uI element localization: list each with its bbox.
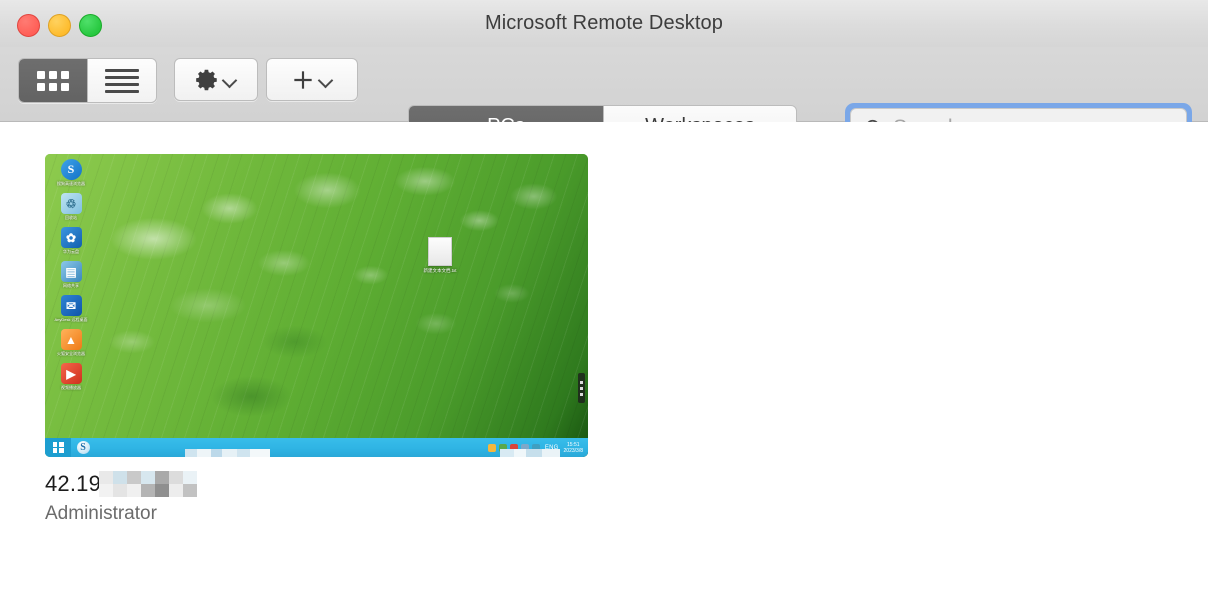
pc-caption: 42.19 Administrator — [45, 471, 588, 525]
sogou-browser-icon: S — [60, 159, 82, 180]
gear-icon — [196, 69, 217, 90]
toolbar: PCs Workspaces Search — [0, 47, 1208, 152]
media-icon: ▶ — [60, 363, 82, 384]
remote-desktop-window: Microsoft Remote Desktop S 搜狗高速浏览器 ♲ 回收站… — [0, 0, 1208, 598]
desktop-icon: ✉ AnyDesk 远程桌面 — [51, 295, 91, 322]
thumbnail-redaction-strip — [185, 449, 270, 457]
list-view-button[interactable] — [87, 59, 156, 102]
close-window-button[interactable] — [17, 14, 40, 37]
pc-name-redaction — [99, 471, 198, 497]
grid-view-button[interactable] — [19, 59, 87, 102]
desktop-icon-label: 回收站 — [65, 215, 77, 220]
windows-start-icon — [45, 438, 71, 457]
title-bar: Microsoft Remote Desktop — [0, 0, 1208, 47]
thumbnail-redaction-strip — [500, 449, 560, 457]
taskbar-pinned-app-icon: S — [71, 438, 95, 457]
document-label: 新建文本文档.txt — [423, 268, 457, 273]
desktop-icon-label: 火狐安全浏览器 — [57, 351, 85, 356]
document-page-glyph — [428, 237, 452, 266]
pc-thumbnail[interactable]: S 搜狗高速浏览器 ♲ 回收站 ✿ 华为云盘 ▤ 网络共享 ✉ AnyDesk … — [45, 154, 588, 457]
recycle-bin-icon: ♲ — [60, 193, 82, 214]
desktop-icon-label: 华为云盘 — [63, 249, 79, 254]
window-controls — [17, 14, 102, 37]
desktop-icon: ▶ 视频播放器 — [51, 363, 91, 390]
pc-name-row: 42.19 — [45, 471, 588, 497]
desktop-icon: ▤ 网络共享 — [51, 261, 91, 288]
desktop-icon-column: S 搜狗高速浏览器 ♲ 回收站 ✿ 华为云盘 ▤ 网络共享 ✉ AnyDesk … — [51, 159, 91, 397]
chevron-down-icon — [222, 72, 238, 88]
desktop-icon-label: 搜狗高速浏览器 — [57, 181, 85, 186]
desktop-icon: ▲ 火狐安全浏览器 — [51, 329, 91, 356]
pc-tile[interactable]: S 搜狗高速浏览器 ♲ 回收站 ✿ 华为云盘 ▤ 网络共享 ✉ AnyDesk … — [45, 154, 588, 525]
remote-desktop-wallpaper — [45, 154, 588, 457]
pc-username: Administrator — [45, 503, 157, 524]
pc-name: 42.19 — [45, 471, 102, 496]
mail-icon: ✉ — [60, 295, 82, 316]
floating-mini-toolbar — [578, 373, 585, 403]
desktop-icon: ♲ 回收站 — [51, 193, 91, 220]
clock-date: 2023/3/8 — [563, 447, 583, 454]
tray-shield-icon — [487, 443, 496, 452]
plus-icon — [294, 70, 312, 89]
tray-clock: 15:51 2023/3/8 — [564, 442, 583, 454]
chevron-down-icon — [318, 72, 334, 88]
pc-list-area: S 搜狗高速浏览器 ♲ 回收站 ✿ 华为云盘 ▤ 网络共享 ✉ AnyDesk … — [0, 122, 1208, 598]
network-icon: ▤ — [60, 261, 82, 282]
grid-view-icon — [37, 70, 69, 91]
window-title: Microsoft Remote Desktop — [484, 12, 724, 34]
minimize-window-button[interactable] — [48, 14, 71, 37]
flame-icon: ▲ — [60, 329, 82, 350]
desktop-icon: ✿ 华为云盘 — [51, 227, 91, 254]
maximize-window-button[interactable] — [79, 14, 102, 37]
add-button[interactable] — [266, 58, 358, 101]
desktop-icon-label: 视频播放器 — [61, 385, 81, 390]
taskbar-app-glyph: S — [76, 441, 90, 454]
desktop-icon: S 搜狗高速浏览器 — [51, 159, 91, 186]
settings-button[interactable] — [174, 58, 258, 101]
view-mode-switch — [18, 58, 157, 103]
text-document-icon: 新建文本文档.txt — [417, 237, 463, 274]
desktop-icon-label: AnyDesk 远程桌面 — [54, 317, 88, 322]
list-view-icon — [105, 68, 139, 93]
desktop-icon-label: 网络共享 — [63, 283, 79, 288]
app-blue-icon: ✿ — [60, 227, 82, 248]
